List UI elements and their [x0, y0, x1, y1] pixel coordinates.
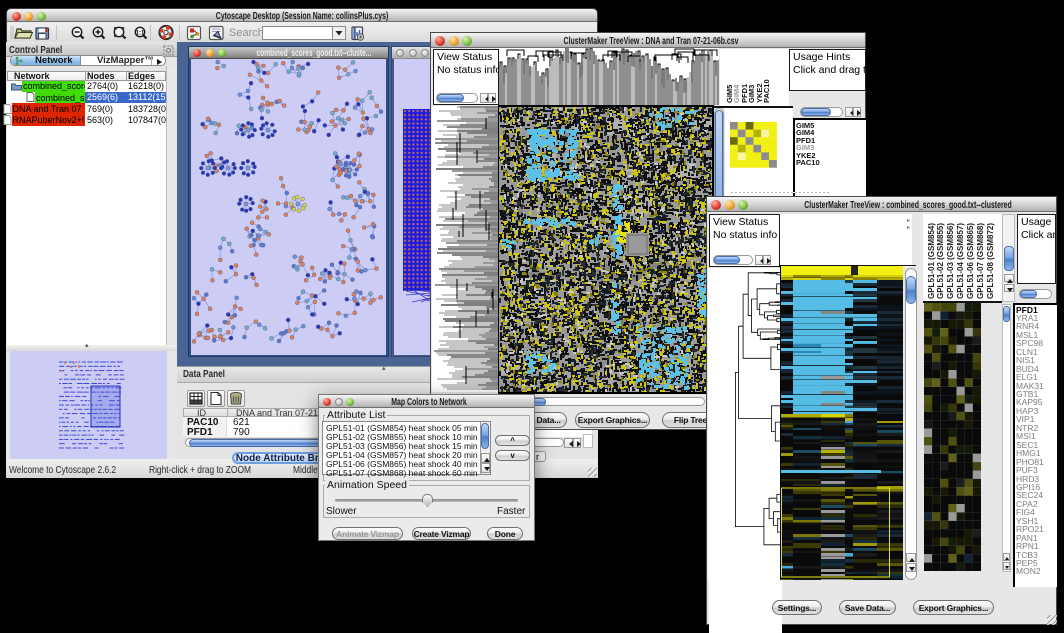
svg-text:Search:: Search: [229, 27, 267, 39]
svg-text:1:1: 1:1 [136, 31, 145, 37]
